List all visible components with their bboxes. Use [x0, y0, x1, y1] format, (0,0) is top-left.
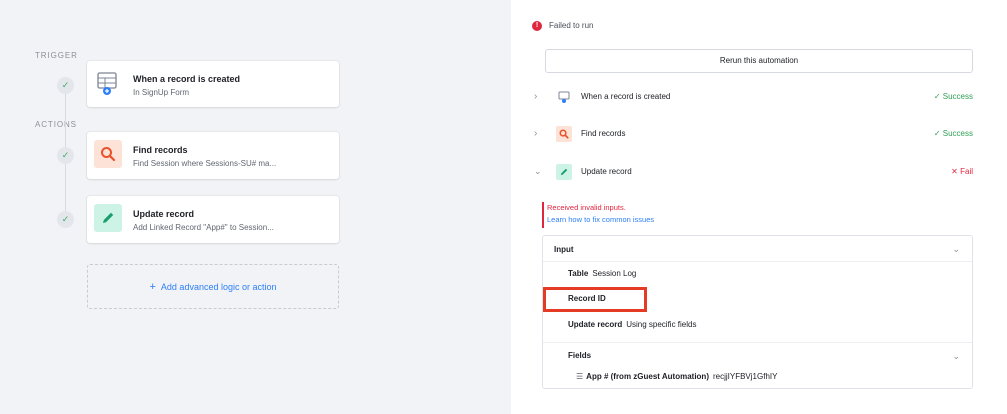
field-list-icon: ☰ — [576, 372, 584, 381]
run-step-update-record[interactable]: ⌄ Update record ✕ Fail — [519, 161, 1007, 185]
table-key: Table — [568, 269, 589, 278]
table-plus-icon — [94, 69, 122, 97]
run-step-status: ✓ Success — [933, 92, 973, 101]
check-icon: ✓ — [57, 147, 74, 164]
step-title: When a record is created — [133, 74, 241, 84]
input-update-row: Update record Using specific fields — [543, 320, 972, 340]
pencil-icon — [556, 164, 572, 180]
record-id-highlight — [543, 287, 647, 312]
run-step-find-records[interactable]: › Find records ✓ Success — [519, 123, 1007, 147]
plus-icon: + — [149, 280, 156, 293]
chevron-down-icon[interactable]: ⌄ — [952, 351, 960, 362]
search-icon — [556, 126, 572, 142]
input-panel: Input ⌄ Table Session Log Record ID Updat… — [542, 235, 973, 389]
table-value: Session Log — [592, 269, 637, 278]
step-title: Update record — [133, 209, 195, 219]
field-name: App # (from zGuest Automation) — [586, 372, 709, 381]
update-record-step-card[interactable]: Update record Add Linked Record "App#" t… — [87, 196, 339, 243]
fields-section-header[interactable]: Fields ⌄ — [543, 342, 972, 368]
error-status-icon: ! — [532, 21, 542, 31]
run-step-label: Update record — [581, 167, 632, 176]
run-step-trigger[interactable]: › When a record is created ✓ Success — [519, 86, 1007, 110]
step-title: Find records — [133, 145, 188, 155]
add-action-label: Add advanced logic or action — [160, 281, 277, 292]
chevron-right-icon: › — [534, 128, 538, 139]
check-icon: ✓ — [57, 211, 74, 228]
input-table-row: Table Session Log — [543, 269, 972, 289]
update-record-key: Update record — [568, 320, 623, 329]
run-step-label: Find records — [581, 129, 626, 138]
error-message-block: Received invalid inputs. Learn how to fi… — [542, 202, 654, 228]
step-subtitle: Add Linked Record "App#" to Session... — [133, 223, 274, 232]
fields-header-label: Fields — [568, 351, 592, 360]
input-header-label: Input — [554, 245, 574, 254]
find-records-step-card[interactable]: Find records Find Session where Sessions… — [87, 132, 339, 179]
chevron-down-icon[interactable]: ⌄ — [952, 244, 960, 255]
step-subtitle: In SignUp Form — [133, 88, 190, 97]
chevron-right-icon: › — [534, 91, 538, 102]
run-step-status: ✓ Success — [933, 129, 973, 138]
update-record-value: Using specific fields — [626, 320, 697, 329]
automation-builder-panel: TRIGGER ACTIONS ✓ ✓ ✓ When a record is c… — [0, 0, 511, 414]
pencil-icon — [94, 204, 122, 232]
run-status-text: Failed to run — [549, 21, 594, 30]
run-step-status: ✕ Fail — [951, 167, 973, 176]
actions-section-label: ACTIONS — [35, 120, 77, 129]
rerun-automation-button[interactable]: Rerun this automation — [545, 49, 973, 73]
field-row: ☰ App # (from zGuest Automation) recjjIYFB… — [576, 372, 777, 381]
step-subtitle: Find Session where Sessions-SU# ma... — [133, 159, 277, 168]
learn-more-link[interactable]: Learn how to fix common issues — [547, 214, 654, 226]
search-icon — [94, 140, 122, 168]
run-details-panel: ! Failed to run Rerun this automation › … — [519, 0, 1007, 414]
input-section-header[interactable]: Input ⌄ — [543, 236, 972, 262]
check-icon: ✓ — [57, 77, 74, 94]
chevron-down-icon: ⌄ — [534, 166, 542, 176]
run-step-label: When a record is created — [581, 92, 671, 101]
trigger-step-card[interactable]: When a record is created In SignUp Form — [87, 61, 339, 107]
form-icon — [556, 89, 572, 105]
add-advanced-logic-button[interactable]: + Add advanced logic or action — [87, 264, 339, 309]
trigger-section-label: TRIGGER — [35, 51, 78, 60]
error-message: Received invalid inputs. — [547, 203, 626, 212]
field-value: recjjIYFBVj1GfhIY — [712, 372, 778, 381]
